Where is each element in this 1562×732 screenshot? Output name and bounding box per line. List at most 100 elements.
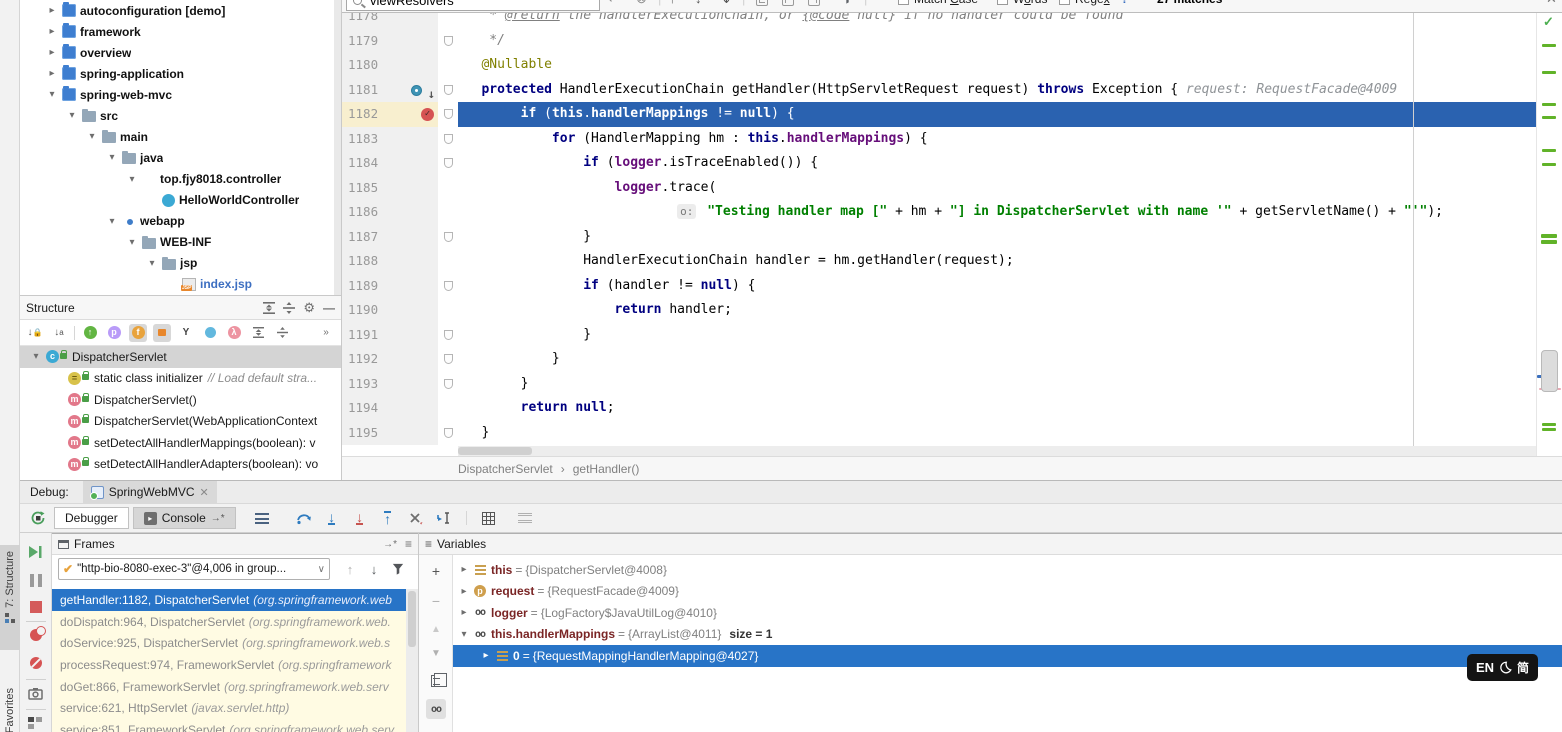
match-case-checkbox[interactable]: [898, 0, 909, 5]
mute-breakpoints-icon[interactable]: [30, 657, 42, 669]
code-line-1184[interactable]: 1184 if (logger.isTraceEnabled()) {: [342, 151, 1536, 176]
duplicate-watch-icon[interactable]: [426, 671, 446, 691]
expand-all-icon[interactable]: [263, 302, 275, 314]
editor-scroll-marks[interactable]: ✓: [1536, 13, 1562, 456]
show-inherited-icon[interactable]: ↑: [81, 324, 99, 342]
frame-row[interactable]: processRequest:974, FrameworkServlet(org…: [52, 654, 406, 676]
prev-match-icon[interactable]: ↑: [669, 0, 676, 6]
chevron-down-icon[interactable]: ▾: [144, 258, 160, 269]
code-line-1193[interactable]: 1193 }: [342, 372, 1536, 397]
fold-marker-icon[interactable]: [444, 134, 453, 144]
search-option-1-icon[interactable]: [756, 0, 768, 6]
tab-debugger[interactable]: Debugger: [54, 507, 129, 529]
fold-marker-icon[interactable]: [444, 158, 453, 168]
close-search-icon[interactable]: ✕: [1546, 0, 1557, 7]
show-anonymous-icon[interactable]: Y: [177, 324, 195, 342]
fold-marker-icon[interactable]: [444, 85, 453, 95]
tree-item-autoconfiguration-demo-[interactable]: ▸autoconfiguration [demo]: [20, 0, 341, 21]
project-scrollbar[interactable]: [334, 0, 341, 295]
code-line-1185[interactable]: 1185 logger.trace(: [342, 176, 1536, 201]
debug-layout-icon[interactable]: [28, 717, 44, 732]
tree-item-src[interactable]: ▾src: [20, 105, 341, 126]
show-non-public-icon[interactable]: [153, 324, 171, 342]
horizontal-scrollbar[interactable]: [458, 446, 1536, 456]
structure-item-method[interactable]: msetDetectAllHandlerMappings(boolean): v: [20, 432, 341, 454]
chevron-down-icon[interactable]: ▾: [104, 152, 120, 163]
search-enter-icon[interactable]: ↵: [608, 0, 619, 7]
search-option-2-icon[interactable]: [782, 0, 794, 6]
fold-marker-icon[interactable]: [444, 232, 453, 242]
code-line-1189[interactable]: 1189 if (handler != null) {: [342, 274, 1536, 299]
step-into-icon[interactable]: ↓: [320, 507, 344, 529]
fold-marker-icon[interactable]: [444, 379, 453, 389]
frame-down-icon[interactable]: ↓: [362, 558, 386, 580]
show-fields-icon[interactable]: f: [129, 324, 147, 342]
tree-item-spring-web-mvc[interactable]: ▾spring-web-mvc: [20, 84, 341, 105]
evaluate-expression-icon[interactable]: [477, 507, 501, 529]
fold-marker-icon[interactable]: [444, 330, 453, 340]
frames-menu-icon[interactable]: ≡: [405, 537, 412, 551]
code-line-1190[interactable]: 1190 return handler;: [342, 298, 1536, 323]
close-session-icon[interactable]: ✕: [200, 486, 209, 499]
execution-point-icon[interactable]: [411, 85, 422, 96]
tree-item-spring-application[interactable]: ▸spring-application: [20, 63, 341, 84]
tree-item-jsp[interactable]: ▾jsp: [20, 253, 341, 274]
chevron-down-icon[interactable]: ▾: [457, 629, 471, 640]
breadcrumb-method[interactable]: getHandler(): [573, 462, 640, 476]
filter-frames-icon[interactable]: [386, 558, 410, 580]
thread-selector[interactable]: ✔ "http-bio-8080-exec-3"@4,006 in group.…: [58, 558, 330, 580]
frame-row[interactable]: getHandler:1182, DispatcherServlet(org.s…: [52, 589, 406, 611]
show-lambdas-icon[interactable]: λ: [225, 324, 243, 342]
fold-marker-icon[interactable]: [444, 109, 453, 119]
tree-item-index-jsp[interactable]: index.jsp: [20, 274, 341, 295]
view-breakpoints-icon[interactable]: [30, 629, 42, 641]
code-line-1191[interactable]: 1191 }: [342, 323, 1536, 348]
code-line-1195[interactable]: 1195 }: [342, 421, 1536, 446]
breadcrumb-class[interactable]: DispatcherServlet: [458, 462, 553, 476]
tab-console[interactable]: ▸ Console →*: [133, 507, 236, 529]
pause-icon[interactable]: [30, 574, 42, 587]
chevron-down-icon[interactable]: ▾: [28, 351, 44, 362]
chevron-down-icon[interactable]: ▾: [64, 110, 80, 121]
find-all-icon[interactable]: ↡: [721, 0, 732, 7]
gear-icon[interactable]: ⚙: [303, 300, 315, 316]
fold-marker-icon[interactable]: [444, 428, 453, 438]
search-option-3-icon[interactable]: [808, 0, 820, 6]
search-clear-icon[interactable]: ⊗: [636, 0, 647, 7]
chevron-down-icon[interactable]: ▾: [124, 174, 140, 185]
code-line-1186[interactable]: 1186 o: "Testing handler map [" + hm + "…: [342, 200, 1536, 225]
frame-row[interactable]: doDispatch:964, DispatcherServlet(org.sp…: [52, 611, 406, 633]
filter-search-icon[interactable]: [842, 0, 853, 7]
rerun-icon[interactable]: [26, 507, 50, 529]
search-input[interactable]: viewResolvers: [346, 0, 600, 11]
chevron-right-icon[interactable]: ▸: [44, 26, 60, 37]
ime-indicator[interactable]: EN 简: [1467, 654, 1538, 681]
vscroll-thumb[interactable]: [1541, 350, 1558, 392]
chevron-right-icon[interactable]: ▸: [44, 5, 60, 16]
variable-row-logger[interactable]: ▸oologger={LogFactory$JavaUtilLog@4010}: [453, 602, 1562, 624]
hscroll-thumb[interactable]: [458, 447, 532, 455]
resume-icon[interactable]: [28, 545, 44, 561]
frame-row[interactable]: service:851, FrameworkServlet(org.spring…: [52, 719, 406, 732]
chevron-down-icon[interactable]: ▾: [84, 131, 100, 142]
chevron-down-icon[interactable]: ▾: [44, 89, 60, 100]
tree-item-web-inf[interactable]: ▾WEB-INF: [20, 232, 341, 253]
structure-item-init[interactable]: =static class initializer// Load default…: [20, 368, 341, 390]
frame-row[interactable]: service:621, HttpServlet(javax.servlet.h…: [52, 697, 406, 719]
chevron-right-icon[interactable]: ▸: [479, 650, 493, 661]
structure-item-method[interactable]: mDispatcherServlet(WebApplicationContext: [20, 411, 341, 433]
stop-icon[interactable]: [30, 601, 42, 613]
pin-frames-icon[interactable]: →*: [383, 539, 397, 550]
tree-item-framework[interactable]: ▸framework: [20, 21, 341, 42]
variable-row-0[interactable]: ▸0={RequestMappingHandlerMapping@4027}: [453, 645, 1562, 667]
frame-up-icon[interactable]: ↑: [338, 558, 362, 580]
frames-scrollbar[interactable]: [406, 589, 418, 732]
chevron-right-icon[interactable]: ▸: [457, 586, 471, 597]
chevron-down-icon[interactable]: ▾: [104, 216, 120, 227]
code-line-1187[interactable]: 1187 }: [342, 225, 1536, 250]
code-line-1183[interactable]: 1183 for (HandlerMapping hm : this.handl…: [342, 127, 1536, 152]
variable-row-this-handlerMappings[interactable]: ▾oothis.handlerMappings={ArrayList@4011}…: [453, 624, 1562, 646]
tree-item-webapp[interactable]: ▾webapp: [20, 211, 341, 232]
frame-row[interactable]: doService:925, DispatcherServlet(org.spr…: [52, 632, 406, 654]
sort-by-visibility-icon[interactable]: ↓🔒: [26, 324, 44, 342]
